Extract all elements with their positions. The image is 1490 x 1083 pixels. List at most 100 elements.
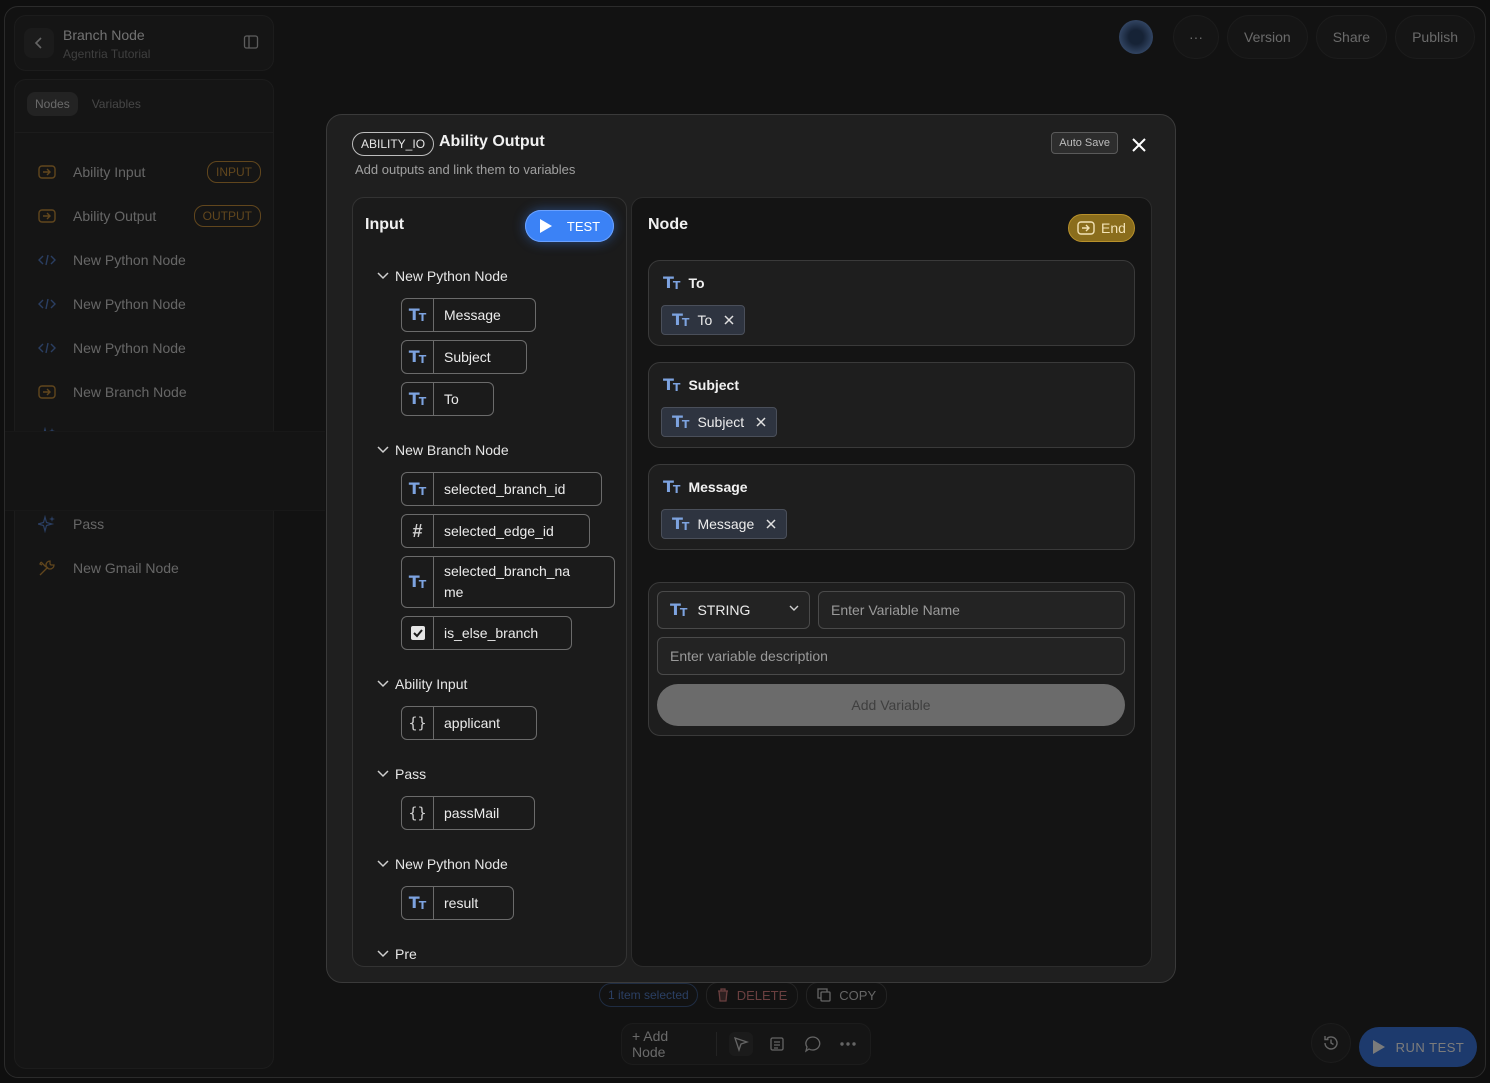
more-button[interactable]: ··· [1173, 15, 1220, 59]
input-var-chip[interactable]: is_else_branch [401, 616, 572, 650]
chevron-down-icon [377, 770, 389, 778]
group-pre[interactable]: Pre [377, 946, 417, 962]
input-var-chip[interactable]: TT result [401, 886, 514, 920]
copy-button[interactable]: COPY [806, 981, 888, 1009]
tab-variables[interactable]: Variables [84, 92, 149, 116]
text-type-icon: TT [402, 341, 434, 373]
group-label: Pass [395, 766, 427, 782]
output-name: To [688, 275, 705, 291]
pointer-icon[interactable] [729, 1032, 754, 1056]
group-ability-input[interactable]: Ability Input [377, 676, 467, 692]
input-var-chip[interactable]: {} applicant [401, 706, 537, 740]
var-label: selected_edge_id [444, 523, 554, 539]
input-var-chip[interactable]: TT selected_branch_id [401, 472, 602, 506]
sidebar-item-gmail[interactable]: New Gmail Node [15, 546, 273, 590]
chevron-down-icon [377, 860, 389, 868]
tools-icon [37, 558, 57, 578]
arrow-out-icon [37, 206, 57, 226]
note-icon[interactable] [765, 1032, 789, 1056]
output-name: Message [688, 479, 748, 495]
code-icon [37, 250, 57, 270]
output-card-subject: TT Subject TT Subject [648, 362, 1135, 448]
var-label: selected_branch_id [444, 481, 566, 497]
code-icon [37, 294, 57, 314]
sidebar-item-label: Ability Output [73, 208, 157, 224]
input-var-chip[interactable]: # selected_edge_id [401, 514, 590, 548]
end-badge: End [1068, 214, 1135, 242]
sidebar-item-python-3[interactable]: New Python Node [15, 326, 273, 370]
chevron-left-icon [34, 37, 42, 49]
type-value: STRING [697, 602, 751, 618]
linked-variable-tag: TT Subject [661, 407, 778, 437]
sidebar-item-ability-output[interactable]: Ability Output OUTPUT [15, 194, 273, 238]
exit-icon [1077, 221, 1095, 235]
run-test-button[interactable]: RUN TEST [1359, 1027, 1477, 1067]
input-var-chip[interactable]: TT Message [401, 298, 536, 332]
add-variable-button[interactable]: Add Variable [657, 684, 1125, 726]
var-label: To [444, 391, 459, 407]
variable-type-select[interactable]: TT STRING [657, 591, 810, 629]
hash-icon: # [402, 515, 434, 547]
var-label: applicant [444, 715, 501, 731]
autosave-toggle[interactable]: Auto Save [1051, 132, 1118, 154]
workflow-title: Branch Node [63, 27, 145, 43]
text-type-icon: TT [672, 310, 690, 329]
remove-icon[interactable] [756, 417, 766, 427]
node-sidebar: Nodes Variables Ability Input INPUT Abil… [14, 79, 274, 1069]
variable-description-input[interactable] [657, 637, 1125, 675]
close-button[interactable] [1128, 134, 1150, 156]
group-new-python-node[interactable]: New Python Node [377, 268, 508, 284]
output-card-to: TT To TT To [648, 260, 1135, 346]
variable-name-input[interactable] [818, 591, 1125, 629]
input-badge: INPUT [207, 161, 261, 183]
copy-label: COPY [839, 987, 877, 1003]
chevron-down-icon [377, 680, 389, 688]
play-icon [539, 219, 552, 233]
output-name: Subject [688, 377, 740, 393]
group-new-branch-node[interactable]: New Branch Node [377, 442, 509, 458]
text-type-icon: TT [672, 412, 690, 431]
sidebar-item-branch[interactable]: New Branch Node [15, 370, 273, 414]
chevron-down-icon [789, 605, 799, 611]
input-var-chip[interactable]: {} passMail [401, 796, 535, 830]
sidebar-toggle-icon[interactable] [243, 34, 259, 55]
linked-variable-tag: TT Message [661, 509, 788, 539]
group-pass[interactable]: Pass [377, 766, 426, 782]
delete-button[interactable]: DELETE [705, 981, 799, 1009]
share-button[interactable]: Share [1315, 15, 1388, 59]
trash-icon [717, 988, 728, 1002]
version-button[interactable]: Version [1227, 15, 1308, 59]
node-type-badge: ABILITY_IO [352, 132, 435, 156]
sidebar-item-python-2[interactable]: New Python Node [15, 282, 273, 326]
sidebar-item-ability-input[interactable]: Ability Input INPUT [15, 150, 273, 194]
var-label: passMail [444, 805, 500, 821]
group-new-python-node-2[interactable]: New Python Node [377, 856, 508, 872]
input-var-chip[interactable]: TT Subject [401, 340, 527, 374]
input-var-chip[interactable]: TT To [401, 382, 494, 416]
sidebar-item-label: New Python Node [73, 296, 186, 312]
node-heading: Node [648, 216, 688, 233]
history-button[interactable] [1311, 1023, 1351, 1063]
back-button[interactable] [24, 28, 54, 58]
bottom-toolbar: + Add Node [621, 1023, 871, 1065]
var-label: result [444, 895, 479, 911]
group-label: New Branch Node [395, 442, 509, 458]
end-label: End [1101, 220, 1126, 236]
text-type-icon: TT [672, 514, 690, 533]
avatar[interactable] [1119, 20, 1154, 54]
comment-icon[interactable] [801, 1032, 825, 1056]
remove-icon[interactable] [724, 315, 734, 325]
remove-icon[interactable] [766, 519, 776, 529]
text-type-icon: TT [663, 477, 681, 496]
more-icon[interactable] [836, 1032, 860, 1056]
sidebar-tabs: Nodes Variables [27, 92, 149, 116]
divider [15, 132, 273, 133]
input-column: Input TEST New Python Node TT Message TT… [352, 197, 627, 967]
delete-label: DELETE [736, 987, 788, 1003]
input-var-chip[interactable]: TT selected_branch_na me [401, 556, 615, 608]
publish-button[interactable]: Publish [1395, 15, 1475, 59]
tab-nodes[interactable]: Nodes [27, 92, 78, 116]
add-node-button[interactable]: + Add Node [632, 1028, 704, 1060]
test-button[interactable]: TEST [525, 210, 614, 242]
sidebar-item-python-1[interactable]: New Python Node [15, 238, 273, 282]
